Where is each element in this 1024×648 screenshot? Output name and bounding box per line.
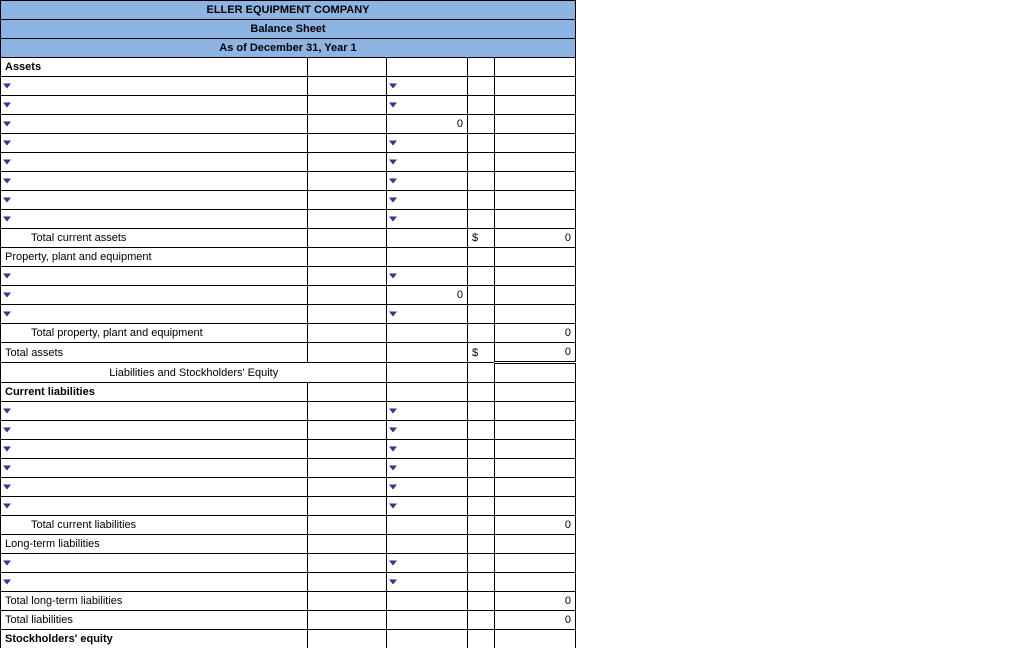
liab-dropdown[interactable] — [1, 402, 308, 421]
liab-row — [1, 421, 576, 440]
total-current-assets-row: Total current assets $ 0 — [1, 229, 576, 248]
amount-dropdown[interactable] — [387, 497, 468, 516]
asset-row — [1, 77, 576, 96]
amount-dropdown[interactable] — [387, 421, 468, 440]
total-liab-label: Total liabilities — [1, 611, 308, 630]
liab-dropdown[interactable] — [1, 421, 308, 440]
total-long-term-liab-value: 0 — [495, 592, 576, 611]
stockholders-equity-row: Stockholders' equity — [1, 630, 576, 648]
ppe-header-row: Property, plant and equipment — [1, 248, 576, 267]
amount-dropdown[interactable] — [387, 77, 468, 96]
current-liab-header-row: Current liabilities — [1, 383, 576, 402]
amount-dropdown[interactable] — [387, 96, 468, 115]
asset-row — [1, 153, 576, 172]
assets-label: Assets — [1, 58, 308, 77]
computed-value: 0 — [387, 115, 468, 134]
amount-dropdown[interactable] — [387, 305, 468, 324]
asset-dropdown[interactable] — [1, 191, 308, 210]
asset-dropdown[interactable] — [1, 96, 308, 115]
asset-dropdown[interactable] — [1, 210, 308, 229]
amount-dropdown[interactable] — [387, 440, 468, 459]
amount-dropdown[interactable] — [387, 210, 468, 229]
asset-row — [1, 210, 576, 229]
asset-row — [1, 96, 576, 115]
total-ppe-row: Total property, plant and equipment 0 — [1, 324, 576, 343]
asset-row: 0 — [1, 115, 576, 134]
ppe-dropdown[interactable] — [1, 305, 308, 324]
amount-dropdown[interactable] — [387, 191, 468, 210]
header-title: Balance Sheet — [1, 20, 576, 39]
total-assets-row: Total assets $ 0 — [1, 343, 576, 363]
stockholders-equity-label: Stockholders' equity — [1, 630, 308, 648]
amount-dropdown[interactable] — [387, 573, 468, 592]
liab-dropdown[interactable] — [1, 497, 308, 516]
total-current-assets-label: Total current assets — [1, 229, 308, 248]
total-ppe-label: Total property, plant and equipment — [1, 324, 308, 343]
long-term-liab-header-row: Long-term liabilities — [1, 535, 576, 554]
currency-symbol: $ — [468, 229, 495, 248]
ppe-dropdown[interactable] — [1, 267, 308, 286]
current-liab-label: Current liabilities — [1, 383, 308, 402]
amount-dropdown[interactable] — [387, 267, 468, 286]
ppe-row: 0 — [1, 286, 576, 305]
lt-liab-row — [1, 554, 576, 573]
lt-liab-dropdown[interactable] — [1, 554, 308, 573]
total-liab-value: 0 — [495, 611, 576, 630]
assets-header-row: Assets — [1, 58, 576, 77]
total-current-liab-row: Total current liabilities 0 — [1, 516, 576, 535]
asset-dropdown[interactable] — [1, 115, 308, 134]
asset-row — [1, 134, 576, 153]
asset-dropdown[interactable] — [1, 153, 308, 172]
liab-row — [1, 459, 576, 478]
total-long-term-liab-label: Total long-term liabilities — [1, 592, 308, 611]
ppe-label: Property, plant and equipment — [1, 248, 308, 267]
liab-row — [1, 402, 576, 421]
amount-dropdown[interactable] — [387, 478, 468, 497]
total-current-liab-label: Total current liabilities — [1, 516, 308, 535]
liab-dropdown[interactable] — [1, 440, 308, 459]
liab-row — [1, 497, 576, 516]
amount-dropdown[interactable] — [387, 153, 468, 172]
ppe-dropdown[interactable] — [1, 286, 308, 305]
liab-dropdown[interactable] — [1, 478, 308, 497]
total-assets-label: Total assets — [1, 343, 308, 363]
balance-sheet-table: ELLER EQUIPMENT COMPANY Balance Sheet As… — [0, 0, 576, 648]
amount-dropdown[interactable] — [387, 172, 468, 191]
liab-dropdown[interactable] — [1, 459, 308, 478]
lt-liab-dropdown[interactable] — [1, 573, 308, 592]
liab-row — [1, 478, 576, 497]
computed-value: 0 — [387, 286, 468, 305]
total-current-assets-value: 0 — [495, 229, 576, 248]
asset-dropdown[interactable] — [1, 77, 308, 96]
amount-dropdown[interactable] — [387, 134, 468, 153]
header-date: As of December 31, Year 1 — [1, 39, 576, 58]
asset-row — [1, 191, 576, 210]
total-long-term-liab-row: Total long-term liabilities 0 — [1, 592, 576, 611]
amount-dropdown[interactable] — [387, 459, 468, 478]
long-term-liab-label: Long-term liabilities — [1, 535, 308, 554]
liab-row — [1, 440, 576, 459]
amount-dropdown[interactable] — [387, 554, 468, 573]
total-assets-value: 0 — [495, 343, 576, 363]
total-liab-row: Total liabilities 0 — [1, 611, 576, 630]
liab-equity-header-row: Liabilities and Stockholders' Equity — [1, 363, 576, 383]
asset-dropdown[interactable] — [1, 134, 308, 153]
liab-equity-header: Liabilities and Stockholders' Equity — [1, 363, 387, 383]
total-current-liab-value: 0 — [495, 516, 576, 535]
asset-row — [1, 172, 576, 191]
ppe-row — [1, 267, 576, 286]
asset-dropdown[interactable] — [1, 172, 308, 191]
header-company: ELLER EQUIPMENT COMPANY — [1, 1, 576, 20]
total-ppe-value: 0 — [495, 324, 576, 343]
lt-liab-row — [1, 573, 576, 592]
amount-dropdown[interactable] — [387, 402, 468, 421]
currency-symbol: $ — [468, 343, 495, 363]
ppe-row — [1, 305, 576, 324]
